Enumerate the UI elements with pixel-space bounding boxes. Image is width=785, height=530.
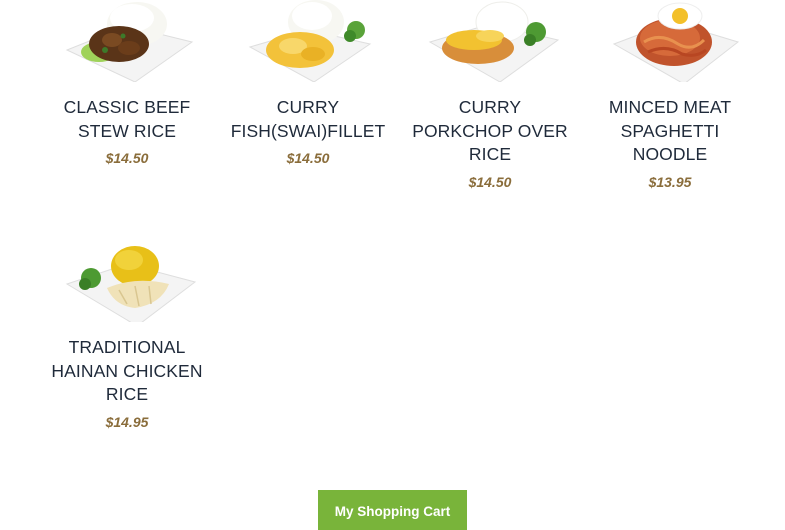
item-price: $14.50 [105,150,149,166]
shopping-cart-button[interactable]: My Shopping Cart [318,490,467,530]
item-price: $14.50 [468,173,512,190]
menu-item-minced-meat-spaghetti[interactable]: MINCED MEAT SPAGHETTI NOODLE $13.95 [590,0,750,190]
menu-item-hainan-chicken-rice[interactable]: TRADITIONAL HAINAN CHICKEN RICE $14.95 [47,232,207,430]
menu-item-classic-beef-stew-rice[interactable]: CLASSIC BEEF STEW RICE $14.50 [47,0,207,166]
item-price: $14.50 [286,150,330,166]
item-name[interactable]: CURRY PORKCHOP OVER RICE [410,96,570,167]
item-name[interactable]: CURRY FISH(SWAI)FILLET [228,96,388,143]
curry-fish-plate-icon[interactable] [238,0,378,82]
item-name[interactable]: MINCED MEAT SPAGHETTI NOODLE [590,96,750,167]
item-name[interactable]: CLASSIC BEEF STEW RICE [47,96,207,143]
item-price: $13.95 [648,173,692,190]
spaghetti-plate-icon[interactable] [600,0,740,82]
item-price: $14.95 [105,413,149,430]
menu-item-curry-porkchop[interactable]: CURRY PORKCHOP OVER RICE $14.50 [410,0,570,190]
item-name[interactable]: TRADITIONAL HAINAN CHICKEN RICE [47,336,207,407]
menu-item-curry-fish-fillet[interactable]: CURRY FISH(SWAI)FILLET $14.50 [228,0,388,166]
hainan-chicken-rice-plate-icon[interactable] [57,232,197,322]
beef-stew-rice-plate-icon[interactable] [57,0,197,82]
curry-porkchop-plate-icon[interactable] [420,0,560,82]
